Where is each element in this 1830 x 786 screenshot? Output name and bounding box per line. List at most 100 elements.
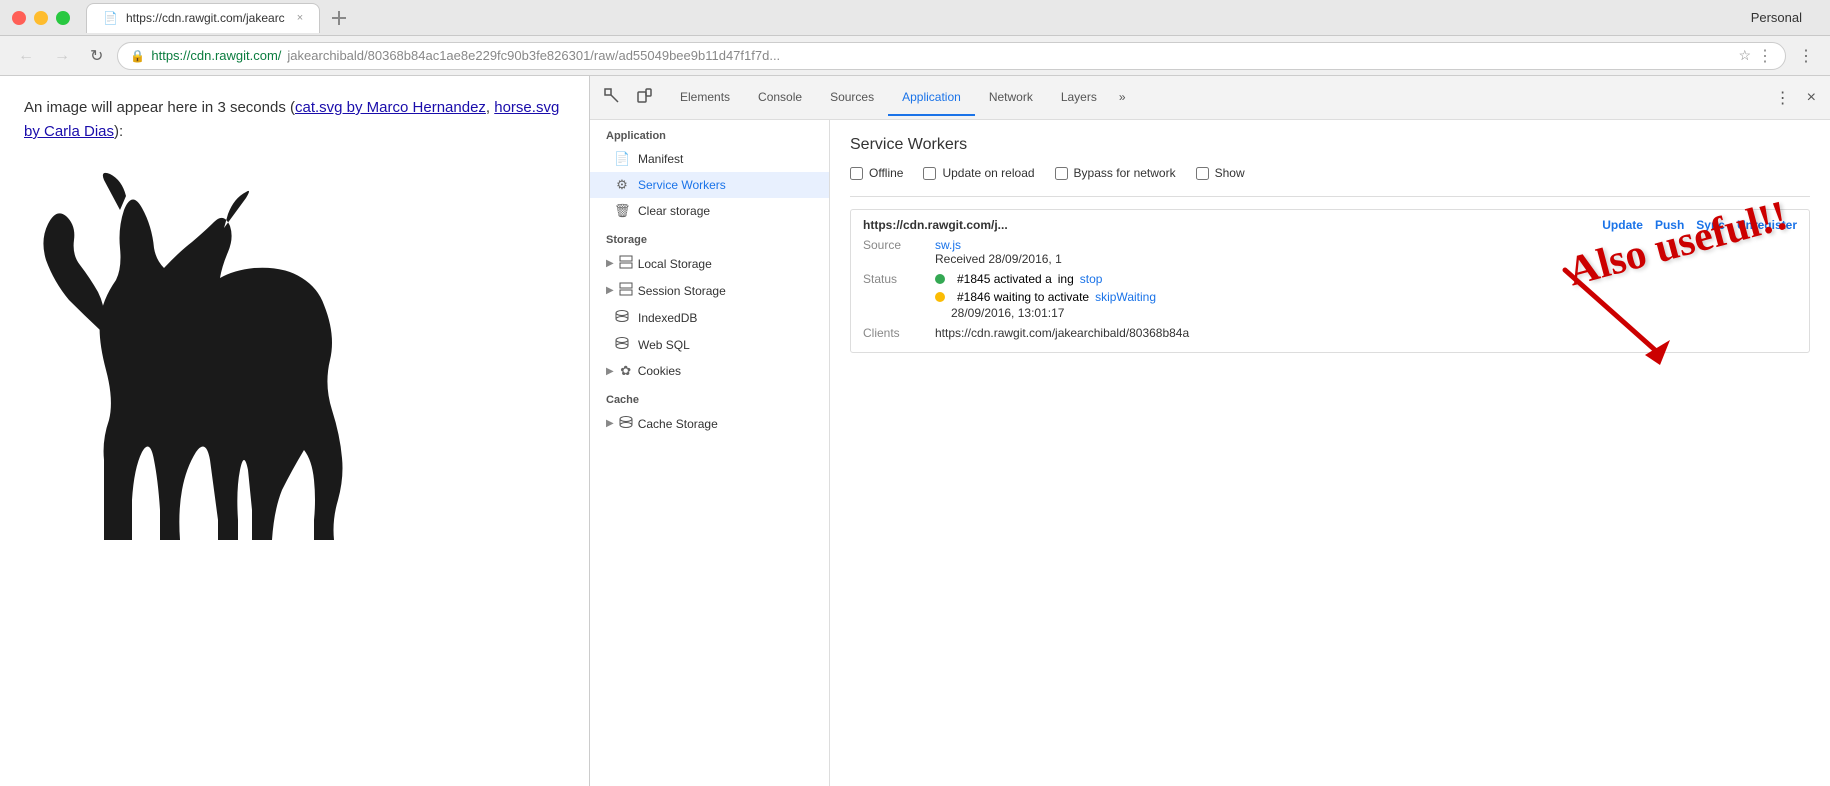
sw-entry: https://cdn.rawgit.com/j... Update Push … xyxy=(850,209,1810,353)
session-storage-icon xyxy=(618,282,634,299)
reload-button[interactable]: ↻ xyxy=(84,42,109,70)
sidebar-item-session-storage-label: Session Storage xyxy=(638,284,726,298)
forward-button[interactable]: → xyxy=(48,43,76,69)
update-on-reload-option[interactable]: Update on reload xyxy=(923,166,1034,180)
devtools-actions: ⋮ × xyxy=(1769,84,1822,112)
tab-network[interactable]: Network xyxy=(975,80,1047,116)
cookies-icon: ✿ xyxy=(618,363,634,379)
sw-received-text: Received 28/09/2016, 1 xyxy=(935,252,1062,266)
page-text-comma: , xyxy=(486,99,494,116)
sidebar-item-service-workers-label: Service Workers xyxy=(638,178,726,192)
sidebar-section-cache: Cache xyxy=(590,384,829,410)
skip-waiting-link[interactable]: skipWaiting xyxy=(1095,290,1156,304)
new-tab-button[interactable] xyxy=(324,3,354,33)
offline-checkbox[interactable] xyxy=(850,167,863,180)
tab-close-button[interactable]: × xyxy=(297,12,303,24)
element-picker-icon[interactable] xyxy=(598,84,626,111)
local-storage-arrow: ▶ xyxy=(606,258,614,269)
sw-js-link[interactable]: sw.js xyxy=(935,238,961,252)
sidebar-item-clear-storage[interactable]: 🗑 Clear storage xyxy=(590,198,829,224)
url-text-grey: jakearchibald/80368b84ac1ae8e229fc90b3fe… xyxy=(287,48,780,63)
extension-icon[interactable]: ⋮ xyxy=(1794,42,1818,70)
indexeddb-icon xyxy=(614,309,630,326)
sidebar-item-cache-storage-label: Cache Storage xyxy=(638,417,718,431)
clients-label: Clients xyxy=(863,326,923,340)
tab-elements[interactable]: Elements xyxy=(666,80,744,116)
url-bar[interactable]: 🔒 https://cdn.rawgit.com/ jakearchibald/… xyxy=(117,42,1786,70)
sidebar-item-indexeddb[interactable]: IndexedDB xyxy=(590,304,829,331)
show-label: Show xyxy=(1215,166,1245,180)
bookmark-icon[interactable]: ☆ xyxy=(1738,47,1751,64)
tab-console[interactable]: Console xyxy=(744,80,816,116)
more-tabs-button[interactable]: » xyxy=(1111,80,1134,116)
cache-storage-arrow: ▶ xyxy=(606,418,614,429)
update-on-reload-checkbox[interactable] xyxy=(923,167,936,180)
clear-storage-icon: 🗑 xyxy=(614,203,630,219)
web-sql-icon xyxy=(614,336,630,353)
tab-layers[interactable]: Layers xyxy=(1047,80,1111,116)
bypass-network-checkbox[interactable] xyxy=(1055,167,1068,180)
tab-title: https://cdn.rawgit.com/jakearc xyxy=(126,11,285,25)
sidebar-item-cache-storage[interactable]: ▶ Cache Storage xyxy=(590,410,829,437)
sw-clients-row: Clients https://cdn.rawgit.com/jakearchi… xyxy=(863,326,1797,340)
back-button[interactable]: ← xyxy=(12,43,40,69)
devtools-body: Application 📄 Manifest ⚙ Service Workers… xyxy=(590,120,1830,786)
sidebar-section-storage: Storage xyxy=(590,224,829,250)
devtools-menu-button[interactable]: ⋮ xyxy=(1769,84,1797,112)
sidebar-section-application: Application xyxy=(590,120,829,146)
sw-status1-row: #1845 activated a ing stop xyxy=(935,272,1156,286)
local-storage-icon xyxy=(618,255,634,272)
sidebar-item-manifest[interactable]: 📄 Manifest xyxy=(590,146,829,172)
tab-sources[interactable]: Sources xyxy=(816,80,888,116)
sw-sync-link[interactable]: Sync xyxy=(1696,218,1725,232)
browser-tab[interactable]: 📄 https://cdn.rawgit.com/jakearc × xyxy=(86,3,320,33)
sw-source-value: sw.js Received 28/09/2016, 1 xyxy=(935,238,1062,266)
sw-divider xyxy=(850,196,1810,197)
cat-svg-link[interactable]: cat.svg by Marco Hernandez xyxy=(295,99,486,116)
devtools-close-button[interactable]: × xyxy=(1801,84,1822,112)
page-description: An image will appear here in 3 seconds (… xyxy=(24,96,565,144)
cookies-arrow: ▶ xyxy=(606,366,614,377)
show-checkbox[interactable] xyxy=(1196,167,1209,180)
sw-status2-row: #1846 waiting to activate skipWaiting xyxy=(935,290,1156,304)
sidebar-item-cookies[interactable]: ▶ ✿ Cookies xyxy=(590,358,829,384)
sidebar-item-local-storage[interactable]: ▶ Local Storage xyxy=(590,250,829,277)
tab-application[interactable]: Application xyxy=(888,80,975,116)
sw-push-link[interactable]: Push xyxy=(1655,218,1684,232)
status2-date-text: 28/09/2016, 13:01:17 xyxy=(951,306,1064,320)
sw-options: Offline Update on reload Bypass for netw… xyxy=(850,166,1810,180)
sw-source-row: Source sw.js Received 28/09/2016, 1 xyxy=(863,238,1797,266)
bypass-network-label: Bypass for network xyxy=(1074,166,1176,180)
devtools-main-panel: Also useful!! Service Workers Offline xyxy=(830,120,1830,786)
device-toggle-icon[interactable] xyxy=(630,84,658,111)
sidebar-item-clear-storage-label: Clear storage xyxy=(638,204,710,218)
cat-image-container xyxy=(24,160,565,580)
sw-status2-date: 28/09/2016, 13:01:17 xyxy=(951,306,1156,320)
update-on-reload-label: Update on reload xyxy=(942,166,1034,180)
show-option[interactable]: Show xyxy=(1196,166,1245,180)
window-close-button[interactable] xyxy=(12,11,26,25)
status1-suffix: ing xyxy=(1058,272,1074,286)
profile-label: Personal xyxy=(1751,10,1818,25)
sw-unregister-link[interactable]: Unregister xyxy=(1737,218,1797,232)
window-minimize-button[interactable] xyxy=(34,11,48,25)
url-menu-icon[interactable]: ⋮ xyxy=(1757,46,1773,66)
stop-link[interactable]: stop xyxy=(1080,272,1103,286)
offline-option[interactable]: Offline xyxy=(850,166,903,180)
service-workers-icon: ⚙ xyxy=(614,177,630,193)
sw-update-link[interactable]: Update xyxy=(1602,218,1643,232)
status-green-indicator xyxy=(935,274,945,284)
status1-text: #1845 activated a xyxy=(957,272,1052,286)
sidebar-item-web-sql-label: Web SQL xyxy=(638,338,690,352)
status-yellow-indicator xyxy=(935,292,945,302)
bypass-network-option[interactable]: Bypass for network xyxy=(1055,166,1176,180)
devtools-tabs: Elements Console Sources Application Net… xyxy=(666,80,1134,116)
window-maximize-button[interactable] xyxy=(56,11,70,25)
offline-label: Offline xyxy=(869,166,903,180)
sidebar-item-web-sql[interactable]: Web SQL xyxy=(590,331,829,358)
sidebar-item-session-storage[interactable]: ▶ Session Storage xyxy=(590,277,829,304)
devtools-panel: Elements Console Sources Application Net… xyxy=(590,76,1830,786)
toolbar-icons: ⋮ xyxy=(1794,42,1818,70)
sidebar-item-service-workers[interactable]: ⚙ Service Workers xyxy=(590,172,829,198)
page-text-end: ): xyxy=(114,123,123,140)
